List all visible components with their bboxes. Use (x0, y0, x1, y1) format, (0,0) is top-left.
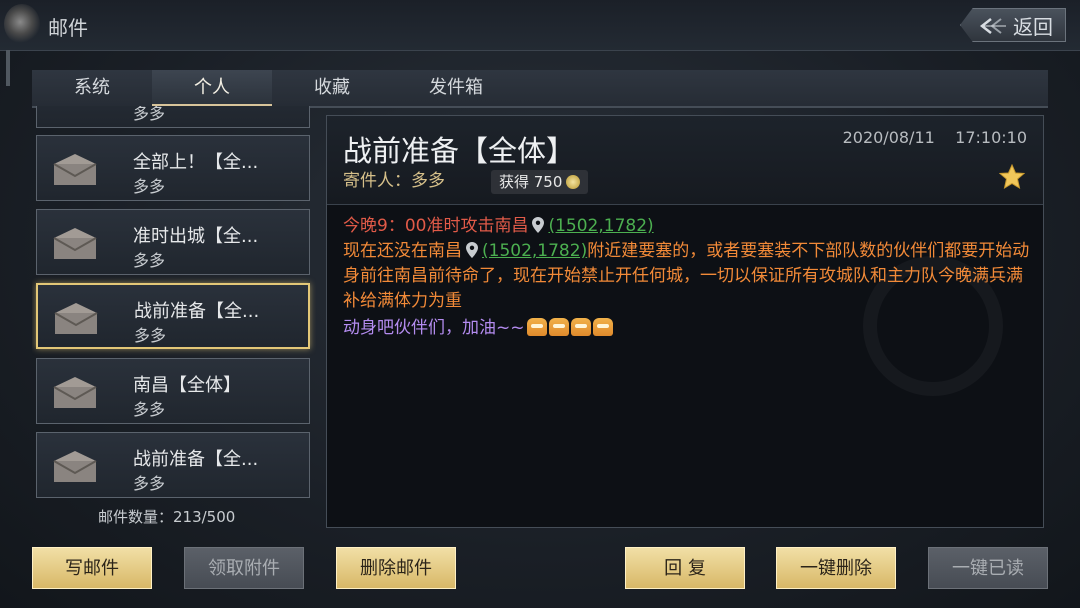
tab-outbox[interactable]: 发件箱 (396, 70, 516, 106)
mark-all-read-button[interactable]: 一键已读 (928, 547, 1048, 589)
mail-sender: 多多 (133, 474, 166, 493)
write-mail-button[interactable]: 写邮件 (32, 547, 152, 589)
mail-sender: 多多 (133, 106, 166, 123)
body-text-prefix: 现在还没在南昌 (343, 241, 462, 261)
delete-mail-button[interactable]: 删除邮件 (336, 547, 456, 589)
emblem-icon (4, 4, 40, 44)
claim-attachment-button[interactable]: 领取附件 (184, 547, 304, 589)
title-bar: 邮件 返回 (0, 0, 1080, 51)
mail-sender: 多多 (133, 251, 166, 270)
mail-title: 全部上！【全... (133, 152, 259, 173)
envelope-icon (53, 451, 97, 482)
fox-emoji-icon (592, 318, 613, 336)
list-item[interactable]: 准时出城【全... 多多 (36, 209, 310, 275)
tab-bar: 系统 个人 收藏 发件箱 (32, 70, 1048, 108)
mail-title: 战前准备【全... (134, 301, 260, 322)
list-item[interactable]: 南昌【全体】 多多 (36, 358, 310, 424)
cheer-text: 动身吧伙伴们，加油~~ (343, 318, 525, 338)
mail-date: 2020/08/11 (842, 128, 935, 147)
list-item[interactable]: 多多 (36, 106, 310, 128)
list-item[interactable]: 全部上！【全... 多多 (36, 135, 310, 201)
location-pin-icon (532, 217, 545, 233)
left-rail (6, 50, 10, 86)
delete-all-button[interactable]: 一键删除 (776, 547, 896, 589)
mail-detail-sender: 寄件人：多多 (343, 171, 445, 191)
location-pin-icon (466, 242, 478, 258)
fox-emoji-icon (526, 318, 547, 336)
back-button[interactable]: 返回 (960, 8, 1066, 42)
mail-title: 准时出城【全... (133, 226, 259, 247)
envelope-icon (53, 228, 97, 259)
coin-icon (566, 175, 581, 189)
back-arrow-icon (979, 18, 1006, 34)
mail-sender: 多多 (133, 177, 166, 196)
mail-sender: 多多 (133, 400, 166, 419)
mail-sender: 多多 (134, 326, 167, 345)
list-item[interactable]: 战前准备【全... 多多 (36, 432, 310, 498)
mail-detail-panel: 战前准备【全体】 寄件人：多多 获得 750 2020/08/11 17:10:… (326, 115, 1044, 528)
tab-personal[interactable]: 个人 (152, 70, 272, 106)
mail-timestamp: 2020/08/11 17:10:10 (843, 128, 1027, 147)
page-title: 邮件 (48, 16, 88, 40)
reward-label: 获得 750 (499, 173, 563, 191)
mail-title: 南昌【全体】 (133, 375, 241, 396)
fox-emoji-icon (548, 318, 569, 336)
reply-button[interactable]: 回 复 (625, 547, 745, 589)
mail-time: 17:10:10 (955, 128, 1027, 147)
back-label: 返回 (1013, 14, 1053, 39)
attack-notice: 今晚9：00准时攻击南昌 (343, 216, 529, 236)
coordinate-link[interactable]: (1502,1782) (482, 241, 587, 261)
list-item-selected[interactable]: 战前准备【全... 多多 (36, 283, 310, 349)
mail-body: 今晚9：00准时攻击南昌 (1502,1782) 现在还没在南昌 (1502,178… (343, 214, 1033, 341)
favorite-star-icon[interactable] (999, 164, 1025, 190)
body-line-1: 今晚9：00准时攻击南昌 (1502,1782) (343, 214, 1033, 239)
tab-system[interactable]: 系统 (32, 70, 152, 106)
envelope-icon (53, 377, 97, 408)
body-line-3: 动身吧伙伴们，加油~~ (343, 316, 1033, 341)
coordinate-link[interactable]: (1502,1782) (548, 216, 653, 236)
mail-title: 战前准备【全... (133, 449, 259, 470)
fox-emoji-icon (570, 318, 591, 336)
envelope-icon (53, 154, 97, 185)
mail-detail-header: 战前准备【全体】 寄件人：多多 获得 750 2020/08/11 17:10:… (327, 116, 1043, 205)
mail-list[interactable]: 多多 全部上！【全... 多多 准时出城【全... 多多 战前准备【全... 多… (32, 106, 316, 498)
envelope-icon (54, 303, 98, 334)
body-line-2: 现在还没在南昌 (1502,1782)附近建要塞的，或者要塞装不下部队数的伙伴们都… (343, 239, 1033, 314)
mail-detail-title: 战前准备【全体】 (343, 134, 576, 168)
tab-favorites[interactable]: 收藏 (272, 70, 392, 106)
mail-count: 邮件数量：213/500 (98, 508, 236, 526)
reward-badge: 获得 750 (491, 170, 589, 194)
